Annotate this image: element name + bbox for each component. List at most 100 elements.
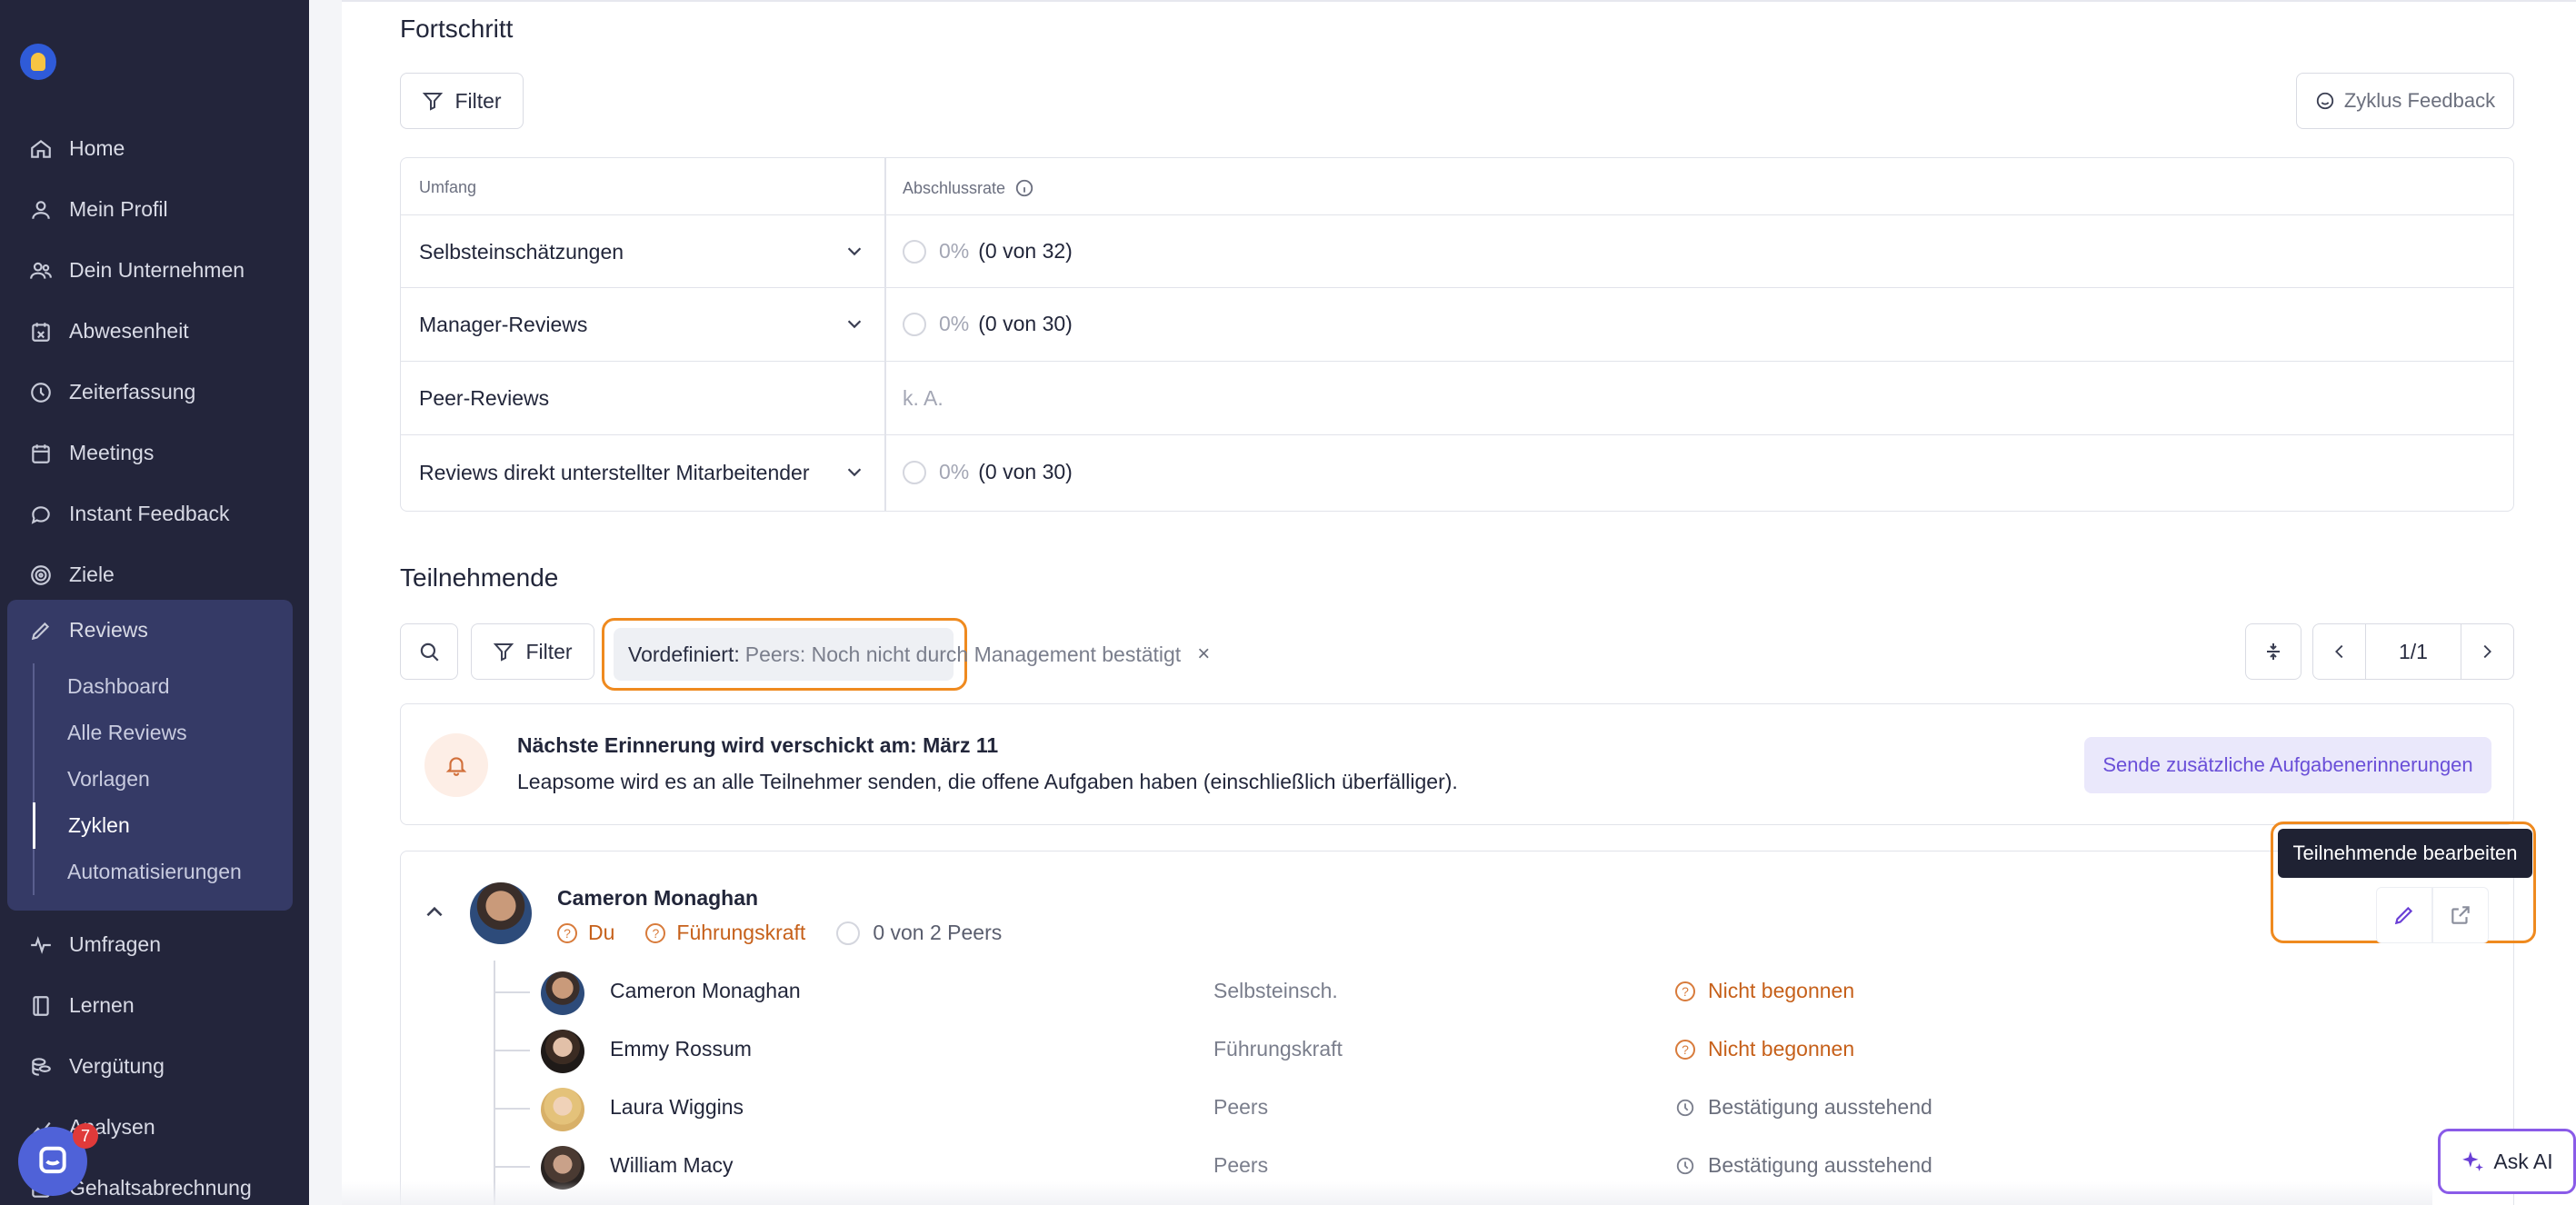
list-item: Laura Wiggins Peers Bestätigung ausstehe…: [494, 1079, 2493, 1137]
status-self: ? Du: [557, 921, 614, 945]
reviewer-name: Cameron Monaghan: [610, 979, 801, 1002]
calendar-icon: [29, 442, 53, 465]
progress-ring-icon: [903, 239, 926, 264]
close-icon[interactable]: ×: [1197, 642, 1210, 667]
review-status: Bestätigung ausstehend: [1675, 1153, 1932, 1178]
list-item: Emmy Rossum Führungskraft ? Nicht begonne…: [494, 1021, 2493, 1079]
bell-icon: [424, 733, 488, 797]
table-row[interactable]: Reviews direkt unterstellter Mitarbeiten…: [401, 434, 2513, 511]
sidebar-subitem-cycles[interactable]: Zyklen: [33, 802, 269, 849]
sidebar-item-home[interactable]: Home: [0, 118, 309, 179]
column-header-rate: Abschlussrate: [903, 178, 1034, 198]
chat-icon: [29, 503, 53, 526]
completion-count: (0 von 32): [978, 239, 1073, 263]
sidebar-subitem-automations[interactable]: Automatisierungen: [33, 849, 269, 895]
edit-participants-button[interactable]: [2376, 887, 2432, 943]
search-button[interactable]: [400, 623, 458, 680]
chevron-down-icon[interactable]: [844, 241, 864, 265]
chevron-down-icon[interactable]: [844, 462, 864, 486]
book-icon: [29, 994, 53, 1018]
sidebar-item-surveys[interactable]: Umfragen: [0, 914, 309, 975]
status-peers-label: 0 von 2 Peers: [873, 921, 1003, 944]
chat-bubble-icon: [39, 1146, 66, 1174]
reminder-banner: Nächste Erinnerung wird verschickt am: M…: [400, 703, 2514, 825]
list-item: Cameron Monaghan Selbsteinsch. ? Nicht be…: [494, 962, 2493, 1021]
completion-rate: 0% (0 von 32): [903, 239, 1073, 264]
progress-title: Fortschritt: [400, 15, 514, 43]
sidebar-item-learning[interactable]: Lernen: [0, 975, 309, 1036]
column-header-scope: Umfang: [419, 178, 477, 196]
review-status: ? Nicht begonnen: [1675, 979, 1854, 1003]
top-divider: [342, 0, 2576, 5]
open-external-button[interactable]: [2432, 887, 2489, 943]
send-reminders-button[interactable]: Sende zusätzliche Aufgabenerinnerungen: [2084, 737, 2491, 793]
question-icon: ?: [557, 922, 577, 943]
filter-label: Filter: [525, 639, 573, 663]
reviewer-role: Führungskraft: [1213, 1037, 1343, 1061]
sidebar-subitem-all-reviews[interactable]: Alle Reviews: [33, 710, 269, 756]
completion-percent: 0%: [939, 312, 970, 335]
avatar: [470, 882, 532, 944]
filter-icon: [494, 643, 514, 662]
table-row[interactable]: Selbsteinschätzungen 0% (0 von 32): [401, 214, 2513, 287]
participant-status-row: ? Du ? Führungskraft 0 von 2 Peers: [557, 921, 1002, 945]
completion-count: (0 von 30): [978, 312, 1073, 335]
avatar: [541, 971, 584, 1015]
pencil-icon: [29, 619, 53, 642]
sidebar-item-company[interactable]: Dein Unternehmen: [0, 240, 309, 301]
progress-filter-button[interactable]: Filter: [400, 73, 524, 129]
reminder-title: Nächste Erinnerung wird verschickt am: M…: [517, 733, 999, 757]
tree-branch: [494, 1050, 530, 1051]
sidebar-item-profile[interactable]: Mein Profil: [0, 179, 309, 240]
clock-icon: [1675, 1098, 1695, 1118]
review-status-label: Bestätigung ausstehend: [1708, 1153, 1932, 1177]
question-icon: ?: [1675, 1039, 1695, 1060]
reviewer-role: Selbsteinsch.: [1213, 979, 1338, 1002]
review-status-label: Bestätigung ausstehend: [1708, 1095, 1932, 1119]
chevron-up-icon[interactable]: [423, 901, 446, 924]
sidebar-item-goals[interactable]: Ziele: [0, 544, 309, 605]
completion-rate: 0% (0 von 30): [903, 312, 1073, 336]
cycle-feedback-button[interactable]: Zyklus Feedback: [2296, 73, 2514, 129]
collapse-expand-button[interactable]: [2245, 623, 2301, 680]
info-icon[interactable]: [1014, 178, 1034, 198]
sidebar-item-meetings[interactable]: Meetings: [0, 423, 309, 483]
chevron-down-icon[interactable]: [844, 314, 864, 338]
participants-title: Teilnehmende: [400, 563, 559, 592]
scope-label: Selbsteinschätzungen: [419, 240, 624, 264]
sidebar-item-label: Instant Feedback: [69, 502, 230, 525]
sidebar-group-reviews: Reviews Dashboard Alle Reviews Vorlagen …: [7, 600, 293, 911]
target-icon: [29, 563, 53, 587]
tooltip: Teilnehmende bearbeiten: [2278, 829, 2532, 878]
participants-filter-button[interactable]: Filter: [471, 623, 594, 680]
sidebar-item-instant-feedback[interactable]: Instant Feedback: [0, 483, 309, 544]
content-gutter: [309, 0, 342, 1205]
participant-name[interactable]: Cameron Monaghan: [557, 886, 758, 911]
reviewer-name: Laura Wiggins: [610, 1095, 744, 1119]
sidebar-item-compensation[interactable]: Vergütung: [0, 1036, 309, 1097]
sidebar-item-label: Meetings: [69, 441, 155, 464]
predefined-filter-chip[interactable]: Vordefiniert: Peers: Noch nicht durch Ma…: [614, 628, 1210, 681]
sidebar-item-reviews[interactable]: Reviews: [7, 600, 293, 661]
logo-icon[interactable]: [20, 44, 56, 80]
ask-ai-button[interactable]: Ask AI: [2438, 1129, 2576, 1194]
scope-label: Reviews direkt unterstellter Mitarbeiten…: [419, 461, 810, 484]
sidebar-item-time-tracking[interactable]: Zeiterfassung: [0, 362, 309, 423]
tree-branch: [494, 1166, 530, 1168]
status-peers: 0 von 2 Peers: [836, 921, 1002, 945]
home-icon: [29, 137, 53, 161]
next-page-button[interactable]: [2460, 624, 2513, 679]
pulse-icon: [29, 933, 53, 957]
prev-page-button[interactable]: [2313, 624, 2366, 679]
completion-rate: 0% (0 von 30): [903, 460, 1073, 484]
sidebar-subitem-templates[interactable]: Vorlagen: [33, 756, 269, 802]
sidebar-item-label: Reviews: [69, 618, 148, 642]
sidebar-item-absence[interactable]: Abwesenheit: [0, 301, 309, 362]
scroll-fade: [342, 1181, 2432, 1205]
pagination: 1/1: [2312, 623, 2514, 680]
sidebar-subitem-dashboard[interactable]: Dashboard: [33, 663, 269, 710]
coins-icon: [29, 1055, 53, 1079]
progress-ring-icon: [903, 312, 926, 336]
table-row[interactable]: Manager-Reviews 0% (0 von 30): [401, 287, 2513, 361]
collapse-icon: [2267, 643, 2280, 660]
